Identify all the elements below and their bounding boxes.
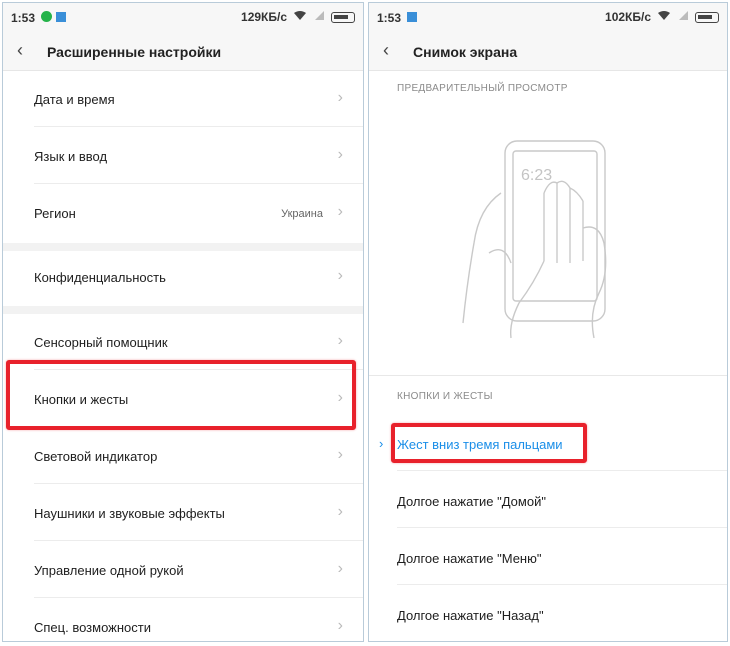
chevron-right-icon: › <box>337 332 343 349</box>
settings-item-label: Спец. возможности <box>34 620 151 635</box>
gestures-section-header: КНОПКИ И ЖЕСТЫ <box>397 391 493 402</box>
setting-label: Долгое нажатие "Назад" <box>397 608 544 623</box>
settings-item-label: Управление одной рукой <box>34 563 184 578</box>
title-bar: ‹ Расширенные настройки <box>3 31 363 71</box>
left-screen: 1:53 129КБ/с ‹ Расширенные настройки Дат… <box>2 2 364 642</box>
settings-item-label: Язык и ввод <box>34 149 108 164</box>
setting-long-press-home[interactable]: Долгое нажатие "Домой" <box>369 472 727 528</box>
settings-item-headphones[interactable]: Наушники и звуковые эффекты › <box>3 485 363 541</box>
settings-item-label: Регион <box>34 206 76 221</box>
whatsapp-icon <box>41 11 52 22</box>
title-bar: ‹ Снимок экрана <box>369 31 727 71</box>
settings-item-label: Наушники и звуковые эффекты <box>34 506 225 521</box>
settings-item-date-time[interactable]: Дата и время › <box>3 71 363 127</box>
wifi-icon <box>293 10 307 24</box>
setting-long-press-back[interactable]: Долгое нажатие "Назад" <box>369 586 727 641</box>
settings-item-label: Световой индикатор <box>34 449 158 464</box>
back-arrow-icon[interactable]: ‹ <box>383 40 389 61</box>
settings-item-one-hand[interactable]: Управление одной рукой › <box>3 542 363 598</box>
page-title: Расширенные настройки <box>47 44 222 60</box>
network-speed: 129КБ/с <box>241 10 287 24</box>
signal-icon <box>677 10 689 24</box>
setting-long-press-menu[interactable]: Долгое нажатие "Меню" <box>369 529 727 585</box>
settings-item-language[interactable]: Язык и ввод › <box>3 128 363 184</box>
chevron-right-icon: › <box>337 146 343 163</box>
chevron-right-icon: › <box>337 503 343 520</box>
chevron-right-icon: › <box>337 560 343 577</box>
status-time: 1:53 <box>377 11 402 25</box>
status-bar: 1:53 102КБ/с <box>369 3 727 31</box>
chevron-right-icon: › <box>337 446 343 463</box>
back-arrow-icon[interactable]: ‹ <box>17 40 23 61</box>
status-time: 1:53 <box>11 11 36 25</box>
settings-item-privacy[interactable]: Конфиденциальность › <box>3 249 363 305</box>
chevron-right-icon: › <box>337 617 343 634</box>
battery-icon <box>331 11 355 23</box>
signal-icon <box>313 10 325 24</box>
section-divider <box>3 306 363 314</box>
page-title: Снимок экрана <box>413 44 518 60</box>
chevron-right-icon: › <box>337 203 343 220</box>
settings-item-label: Сенсорный помощник <box>34 335 168 350</box>
notification-icon <box>56 12 66 22</box>
highlight-frame <box>391 423 587 463</box>
region-value: Украина <box>281 208 323 220</box>
gesture-preview-illustration: 6:23 <box>449 133 649 343</box>
network-speed: 102КБ/с <box>605 10 651 24</box>
chevron-right-icon: › <box>337 89 343 106</box>
settings-item-led[interactable]: Световой индикатор › <box>3 428 363 484</box>
battery-icon <box>695 11 719 23</box>
wifi-icon <box>657 10 671 24</box>
highlight-frame <box>6 360 356 430</box>
settings-item-region[interactable]: Регион Украина › <box>3 185 363 241</box>
chevron-right-icon: › <box>379 436 384 451</box>
preview-section-header: ПРЕДВАРИТЕЛЬНЫЙ ПРОСМОТР <box>397 83 568 94</box>
preview-clock: 6:23 <box>521 167 553 184</box>
setting-label: Долгое нажатие "Домой" <box>397 494 546 509</box>
settings-item-accessibility[interactable]: Спец. возможности › <box>3 599 363 641</box>
settings-item-label: Дата и время <box>34 92 115 107</box>
notification-icon <box>407 12 417 22</box>
setting-label: Долгое нажатие "Меню" <box>397 551 542 566</box>
right-screen: 1:53 102КБ/с ‹ Снимок экрана ПРЕДВАРИТЕЛ… <box>368 2 728 642</box>
status-bar: 1:53 129КБ/с <box>3 3 363 31</box>
chevron-right-icon: › <box>337 267 343 284</box>
settings-item-label: Конфиденциальность <box>34 270 166 285</box>
